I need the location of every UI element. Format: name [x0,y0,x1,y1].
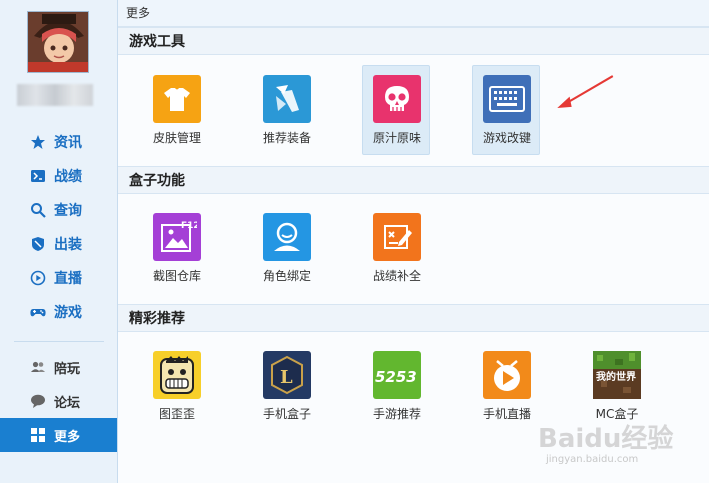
search-icon [30,202,46,218]
sidebar-item-label: 查询 [54,203,82,219]
tile-label: 皮肤管理 [152,131,201,145]
keyboard-icon [483,75,531,123]
tile-original-flavor[interactable]: 原汁原味 [362,65,430,155]
sidebar-item-record[interactable]: 战绩 [0,159,117,193]
tile-label: 游戏改键 [482,131,531,145]
gamepad-icon [30,304,46,320]
tile-label: 战绩补全 [372,269,421,283]
sidebar-item-forum[interactable]: 论坛 [0,384,117,418]
tile-tuwaiwai[interactable]: 图歪歪 [143,342,211,432]
tile-mobile-game-recommend[interactable]: 5253 手游推荐 [363,342,431,432]
baidu-watermark: Baidu经验 jingyan.baidu.com [538,418,708,466]
tile-game-key-remap[interactable]: 游戏改键 [472,65,540,155]
mobile-live-icon [483,351,531,399]
star-icon [30,134,46,150]
tuwaiwai-icon [153,351,201,399]
tile-label: 手游推荐 [372,407,421,421]
shirt-icon [153,75,201,123]
play-icon [30,270,46,286]
mobile-game-icon: 5253 [373,351,421,399]
sidebar-item-live[interactable]: 直播 [0,261,117,295]
sidebar: 资讯 战绩 查询 出装 直播 游戏 陪玩 论坛 更多 [0,0,118,483]
main-panel: 更多 游戏工具 皮肤管理 推荐装备 原汁原味 游戏改键 盒子功能 F12 截图仓… [118,0,709,483]
breadcrumb: 更多 [118,0,709,27]
sidebar-item-more[interactable]: 更多 [0,418,117,452]
recommend-gear-icon [263,75,311,123]
l-badge: L [280,367,293,388]
watermark-brand: Baidu经验 [538,424,674,454]
tile-skin-manage[interactable]: 皮肤管理 [143,66,211,156]
record-edit-icon [373,213,421,261]
sidebar-item-companion[interactable]: 陪玩 [0,350,117,384]
tile-label: 角色绑定 [262,269,311,283]
tile-record-complete[interactable]: 战绩补全 [363,204,431,294]
sidebar-item-news[interactable]: 资讯 [0,125,117,159]
annotation-arrow-icon [557,75,614,108]
grid-icon [30,427,46,443]
screenshot-icon: F12 [153,213,201,261]
sidebar-item-label: 更多 [54,429,81,445]
tile-role-bind[interactable]: 角色绑定 [253,204,321,294]
sidebar-item-label: 直播 [54,271,82,287]
tile-recommend-gear[interactable]: 推荐装备 [253,66,321,156]
mc-title-badge: 我的世界 [596,370,636,383]
record-icon [30,168,46,184]
section-title-featured: 精彩推荐 [118,304,709,332]
sidebar-item-label: 游戏 [54,305,82,321]
sidebar-item-label: 资讯 [54,135,82,151]
sidebar-item-equipment[interactable]: 出装 [0,227,117,261]
sidebar-item-games[interactable]: 游戏 [0,295,117,329]
sidebar-item-label: 论坛 [54,395,81,411]
avatar[interactable] [27,11,89,73]
sidebar-item-label: 出装 [54,237,82,253]
username-blurred [17,84,93,106]
sidebar-item-search[interactable]: 查询 [0,193,117,227]
5253-badge: 5253 [375,368,417,386]
section-title-box-features: 盒子功能 [118,166,709,194]
mobile-box-icon: L [263,351,311,399]
watermark-url: jingyan.baidu.com [546,454,639,465]
tile-mobile-box[interactable]: L 手机盒子 [253,342,321,432]
chat-icon [30,393,46,409]
sidebar-item-label: 战绩 [54,169,82,185]
tile-label: 原汁原味 [372,131,421,145]
people-icon [30,359,46,375]
skull-icon [373,75,421,123]
f12-badge: F12 [181,221,197,231]
tile-label: 图歪歪 [158,407,195,421]
tile-label: 推荐装备 [262,131,311,145]
section-title-game-tools: 游戏工具 [118,27,709,55]
sidebar-divider [14,341,104,342]
tile-screenshot-warehouse[interactable]: F12 截图仓库 [143,204,211,294]
user-bind-icon [263,213,311,261]
equipment-icon [30,236,46,252]
tile-label: 截图仓库 [152,269,201,283]
mc-box-icon: 我的世界 [593,351,641,399]
tile-mobile-live[interactable]: 手机直播 [473,342,541,432]
sidebar-item-label: 陪玩 [54,361,81,377]
tile-label: 手机盒子 [262,407,311,421]
